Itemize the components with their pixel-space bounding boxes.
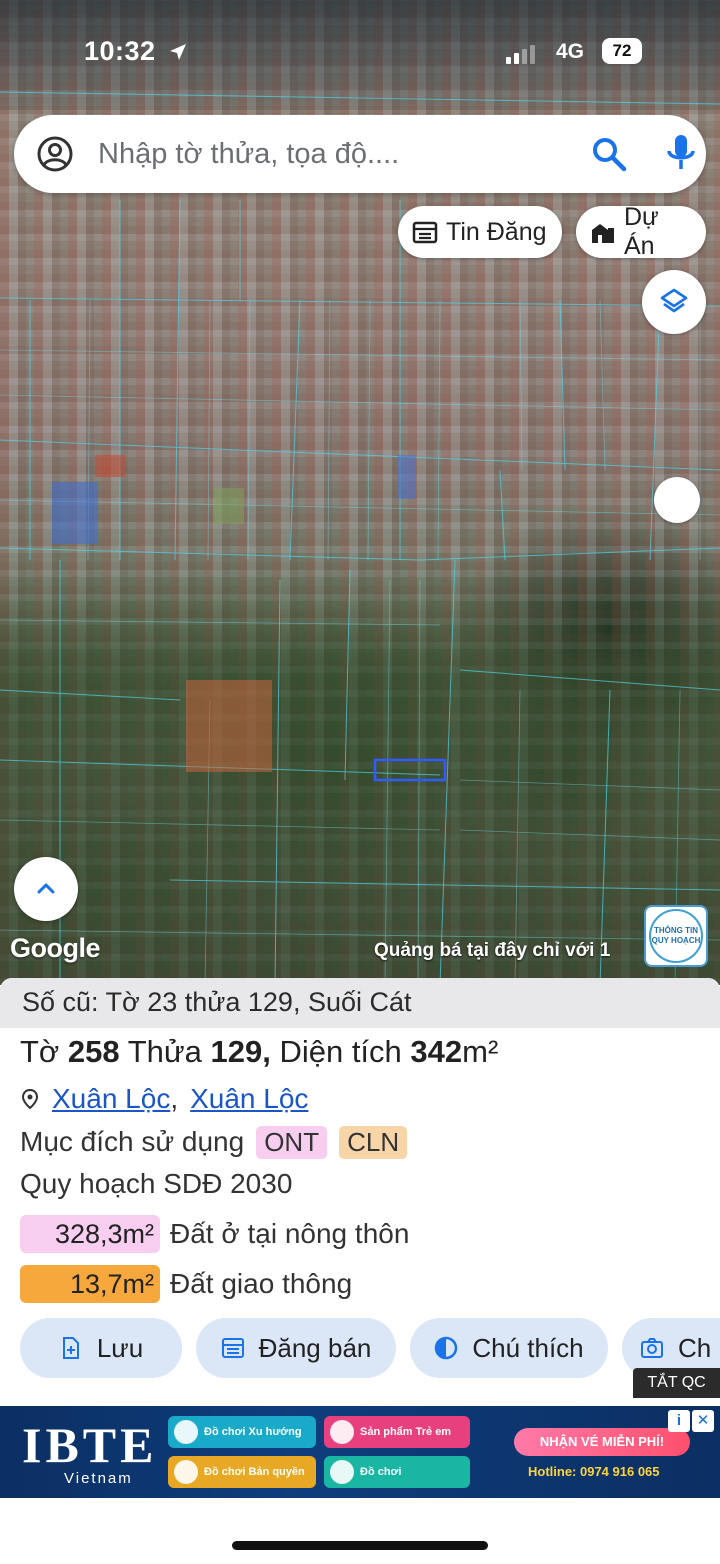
land-use-row: Mục đích sử dụng ONT CLN [20,1124,408,1160]
badge-line-1: THÔNG TIN [654,926,698,935]
close-ad-button[interactable]: TẮT QC [633,1368,720,1398]
home-indicator[interactable] [232,1541,488,1550]
ad-pill: Sản phẩm Trẻ em [324,1416,470,1448]
layers-button[interactable] [642,270,706,334]
ad-info-icon[interactable]: i [668,1410,690,1432]
parcel-title: Tờ 258 Thửa 129, Diện tích 342m² [20,1034,498,1070]
projects-chip[interactable]: Dự Án [576,203,706,260]
location-row: Xuân Lộc , Xuân Lộc [20,1082,308,1116]
ad-close-icon[interactable]: ✕ [692,1410,714,1432]
account-icon[interactable] [36,135,74,173]
ad-brand-logo: IBTE Vietnam [22,1417,162,1487]
layers-icon [660,288,688,313]
signal-icon [506,42,536,64]
old-parcel-row: Số cũ: Tờ 23 thửa 129, Suối Cát [0,978,720,1028]
save-button[interactable]: Lưu [20,1318,182,1378]
commune-link[interactable]: Xuân Lộc [52,1083,170,1115]
legend-label: Chú thích [472,1332,584,1363]
planning-info-button[interactable]: THÔNG TIN QUY HOẠCH [644,905,708,967]
listings-chip[interactable]: Tin Đăng [398,206,562,258]
plot-label: Thửa [127,1034,202,1069]
google-attribution: Google [10,933,101,963]
map-pin-icon [21,1088,39,1110]
listings-label: Tin Đăng [446,217,547,246]
my-location-button[interactable] [654,477,700,523]
post-sale-button[interactable]: Đăng bán [196,1318,396,1378]
status-time: 10:32 [84,36,156,66]
plan-item-area: 13,7m² [20,1265,160,1303]
plan-item-area: 328,3m² [20,1215,160,1253]
plan-item-label: Đất giao thông [170,1268,353,1299]
ad-pill-label: Đồ chơi [360,1466,402,1478]
calendar-list-icon [412,221,438,244]
search-icon[interactable] [590,135,628,173]
plan-item-label: Đất ở tại nông thôn [170,1218,410,1249]
location-arrow-icon [170,44,186,60]
ad-pill: Đồ chơi Bản quyền [168,1456,316,1488]
land-use-tag-ont[interactable]: ONT [256,1125,328,1159]
ad-pill-label: Sản phẩm Trẻ em [360,1426,452,1438]
sheet-number: 258 [67,1034,120,1069]
ad-pill: Đồ chơi Xu hướng [168,1416,316,1448]
network-type: 4G [556,40,585,63]
action-bar: Lưu Đăng bán Chú thích Ch [20,1318,720,1378]
parcel-info-panel: Số cũ: Tờ 23 thửa 129, Suối Cát Tờ 258 T… [0,978,720,1408]
ad-brand: IBTE [22,1417,158,1473]
land-use-label: Mục đích sử dụng [20,1126,245,1157]
projects-label: Dự Án [624,203,659,260]
search-bar [14,115,706,193]
plan-item: 13,7m² Đất giao thông [20,1264,352,1304]
contrast-icon [435,1336,458,1360]
badge-line-2: QUY HOẠCH [651,936,701,945]
ad-pill-label: Đồ chơi Xu hướng [204,1426,302,1438]
ad-pill-label: Đồ chơi Bản quyền [204,1466,305,1478]
expand-panel-button[interactable] [14,857,78,921]
camera-add-icon [641,1338,663,1358]
buildings-icon [592,224,614,243]
calendar-list-icon [221,1338,244,1358]
post-sale-label: Đăng bán [258,1332,372,1363]
plan-title: Quy hoạch SDĐ 2030 [20,1168,293,1199]
ad-hotline: Hotline: 0974 916 065 [528,1464,660,1479]
location-separator: , [170,1083,179,1114]
save-label: Lưu [96,1332,144,1363]
planning-badge-logo: THÔNG TIN QUY HOẠCH [649,909,703,963]
area-value: 342 [410,1034,463,1069]
old-parcel-number: Số cũ: Tờ 23 thửa 129, Suối Cát [22,987,412,1017]
capture-label: Ch [678,1332,712,1363]
ad-cta-button[interactable]: NHẬN VÉ MIỄN PHÍ! [514,1428,690,1456]
plot-number: 129, [210,1034,271,1069]
district-link[interactable]: Xuân Lộc [190,1083,308,1115]
status-bar: 10:32 4G 72 [0,36,720,72]
sheet-label: Tờ [20,1034,60,1069]
ad-choices[interactable]: i ✕ [668,1410,714,1432]
plan-item: 328,3m² Đất ở tại nông thôn [20,1214,409,1254]
land-use-tag-cln[interactable]: CLN [339,1125,408,1159]
search-input[interactable] [98,133,568,175]
ad-pill: Đồ chơi [324,1456,470,1488]
battery-indicator: 72 [602,38,642,64]
chevron-up-icon [37,883,55,894]
selected-parcel [373,758,447,782]
area-unit: m² [462,1034,499,1069]
mic-icon[interactable] [664,133,698,173]
promo-ticker[interactable]: Quảng bá tại đây chỉ với 1 [374,940,610,962]
satellite-map[interactable]: 10:32 4G 72 Nhập tờ thửa, tọa độ.... Tin… [0,0,720,985]
file-add-icon [62,1337,79,1359]
area-label: Diện tích [279,1034,402,1069]
legend-button[interactable]: Chú thích [410,1318,608,1378]
ad-banner[interactable]: IBTE Vietnam Đồ chơi Xu hướng Sản phẩm T… [0,1406,720,1498]
